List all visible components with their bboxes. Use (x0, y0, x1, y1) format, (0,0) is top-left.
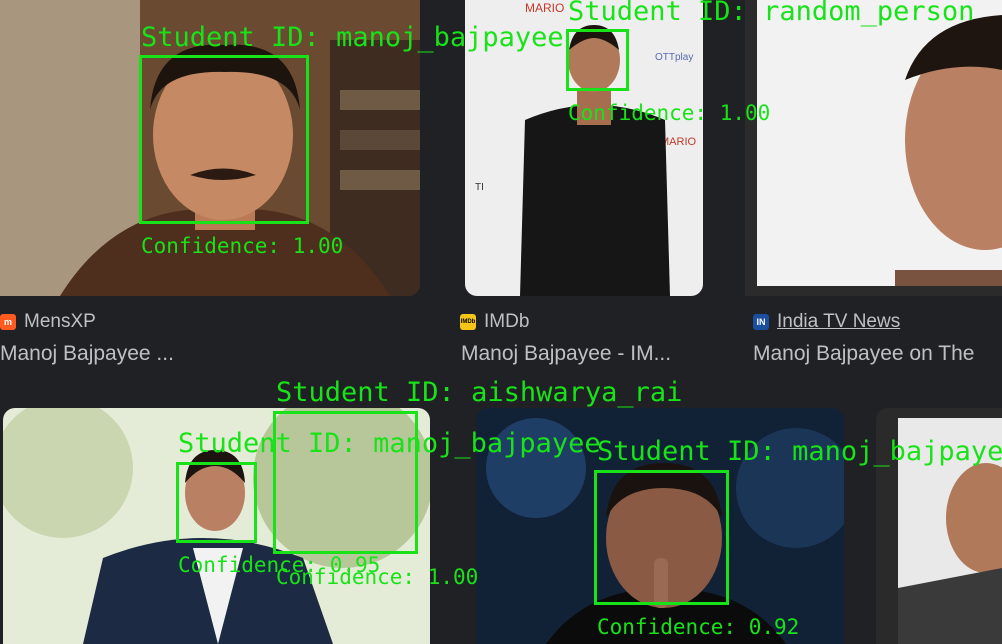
svg-text:TI: TI (475, 182, 484, 193)
face-box-manoj-3 (594, 470, 729, 605)
source-label: IMDb (484, 311, 530, 332)
source-indiatv[interactable]: IN India TV News (753, 311, 900, 333)
detection-label-1: Student ID: manoj_bajpayee (141, 22, 564, 53)
source-imdb[interactable]: IMDb IMDb (460, 311, 529, 333)
mensxp-icon: m (0, 314, 16, 330)
face-box-random-person (566, 29, 629, 91)
result-title-imdb[interactable]: Manoj Bajpayee - IM... (461, 342, 731, 366)
imdb-icon: IMDb (460, 314, 476, 330)
svg-text:MARIO: MARIO (525, 1, 564, 15)
svg-text:OTTplay: OTTplay (655, 52, 693, 63)
photo-manoj-closeup (745, 0, 1002, 296)
detection-label-3: Student ID: aishwarya_rai (276, 377, 683, 408)
image-result-indiatv[interactable] (745, 0, 1002, 296)
indiatv-icon: IN (753, 314, 769, 330)
source-link[interactable]: India TV News (777, 311, 900, 333)
detection-confidence-1: Confidence: 1.00 (141, 234, 344, 258)
result-title-mensxp[interactable]: Manoj Bajpayee ... (0, 342, 420, 366)
detection-confidence-5: Confidence: 0.92 (597, 615, 800, 639)
source-label: MensXP (24, 311, 96, 332)
detection-confidence-2: Confidence: 1.00 (568, 101, 771, 125)
detection-label-5: Student ID: manoj_bajpayee (597, 436, 1002, 467)
detection-confidence-4: Confidence: 0.95 (178, 553, 381, 577)
detection-label-2: Student ID: random_person (568, 0, 975, 27)
source-mensxp[interactable]: m MensXP (0, 311, 96, 333)
detection-label-4: Student ID: manoj_bajpayee (178, 428, 601, 459)
result-title-indiatv[interactable]: Manoj Bajpayee on The (753, 342, 1002, 366)
face-box-manoj-1 (139, 55, 309, 224)
face-box-manoj-2 (176, 462, 257, 543)
